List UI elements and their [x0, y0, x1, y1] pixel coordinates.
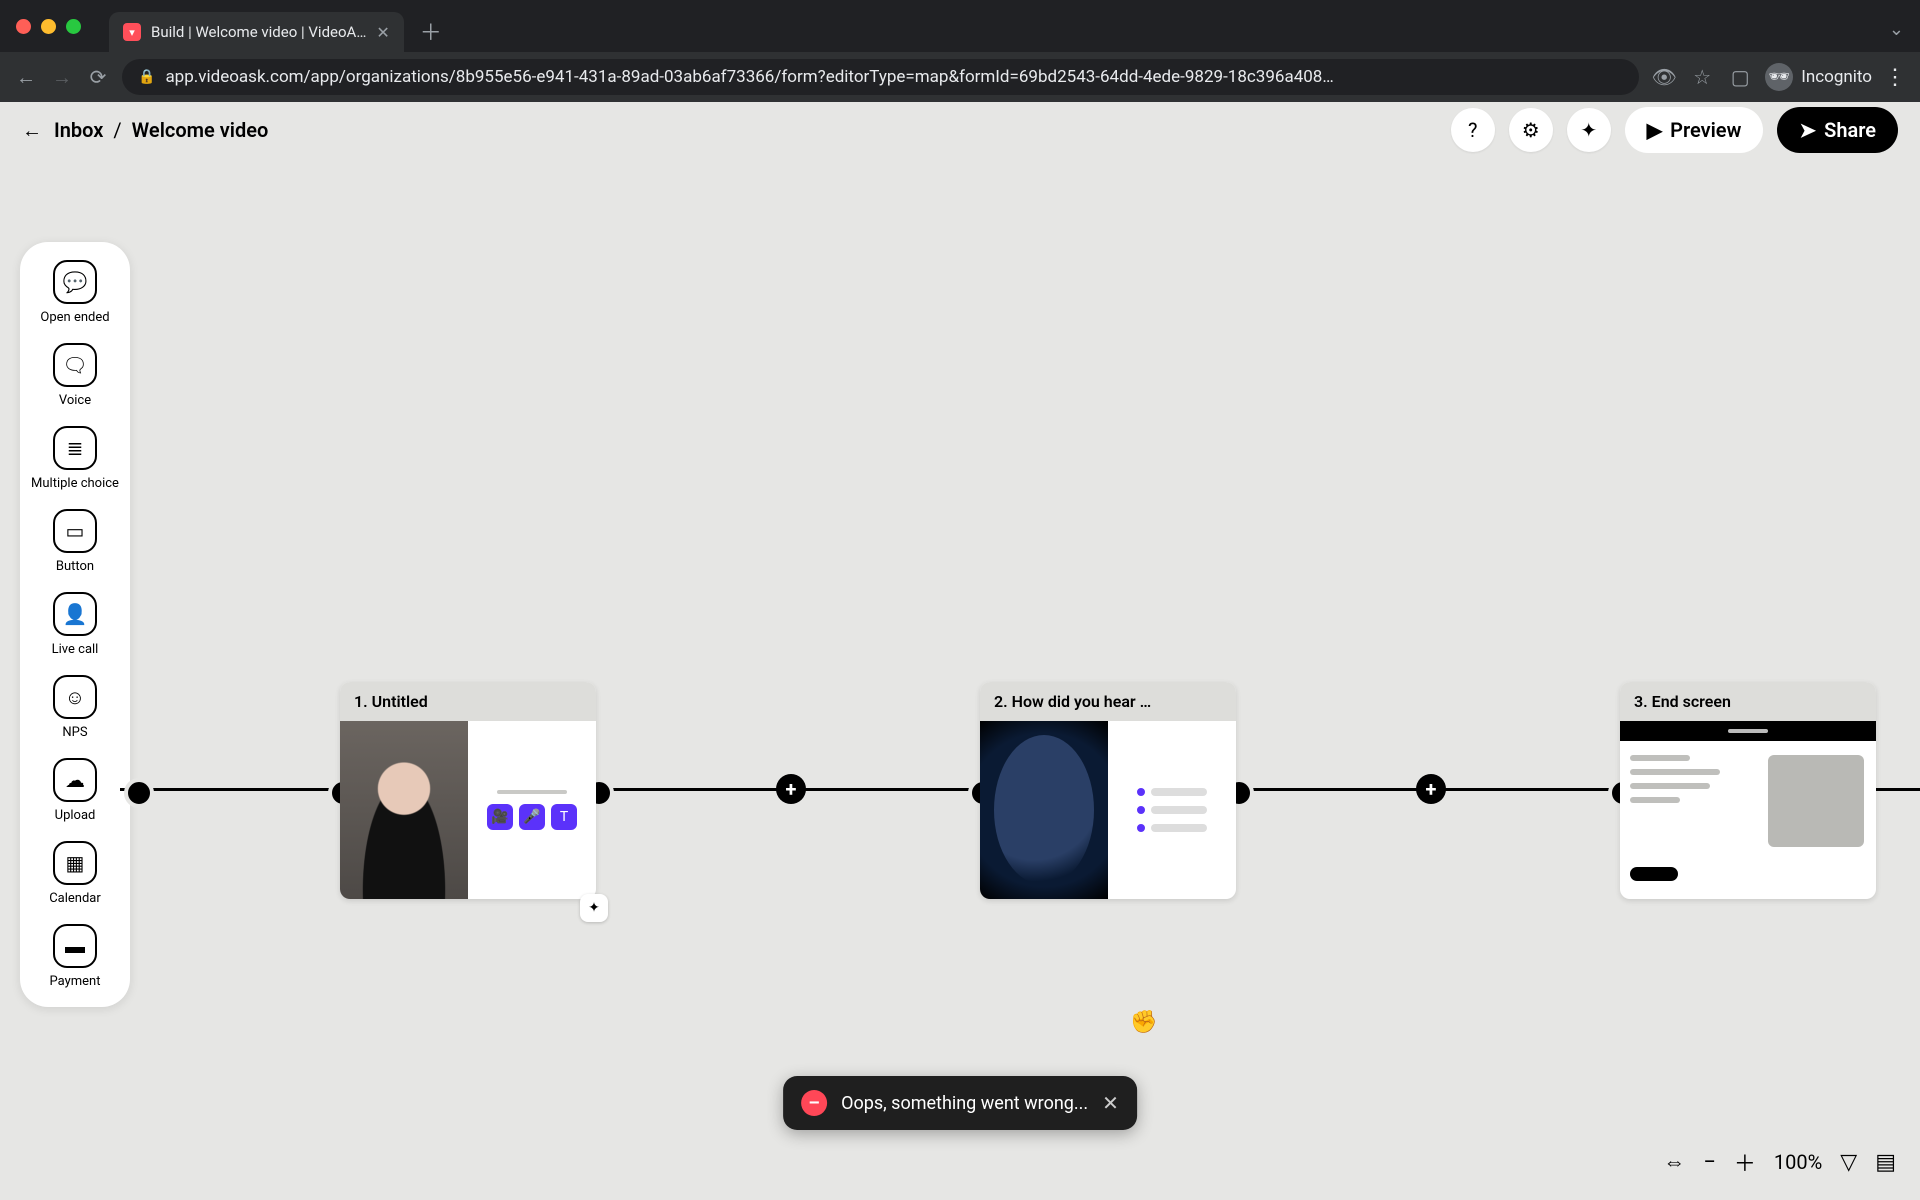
end-screen-bar: [1620, 721, 1876, 741]
canvas-zoom-controls: ⇔ − ＋ 100% ▽ ▤: [1663, 1146, 1896, 1178]
end-screen-media-preview: [1768, 755, 1864, 847]
incognito-label: Incognito: [1801, 67, 1872, 87]
app-root: ← Inbox / Welcome video ? ⚙ ✦ ▶ Preview …: [0, 102, 1920, 1200]
node-thumbnail: [340, 721, 468, 899]
new-tab-button[interactable]: ＋: [420, 15, 442, 47]
flow-node-3-end[interactable]: 3. End screen: [1620, 682, 1876, 899]
star-icon[interactable]: ☆: [1689, 65, 1715, 89]
panel-icon[interactable]: ▢: [1727, 65, 1753, 89]
browser-tab-strip: ▾ Build | Welcome video | VideoA… ✕ ＋ ⌄: [0, 0, 1920, 52]
toast-close-button[interactable]: ✕: [1102, 1091, 1119, 1115]
browser-toolbar: ← → ⟳ 🔒 app.videoask.com/app/organizatio…: [0, 52, 1920, 102]
browser-tab[interactable]: ▾ Build | Welcome video | VideoA… ✕: [109, 12, 404, 52]
choice-placeholder: [1151, 824, 1207, 832]
flow-node-2[interactable]: 2. How did you hear …: [980, 682, 1236, 899]
tab-close-icon[interactable]: ✕: [376, 23, 389, 42]
video-answer-icon: 🎥: [487, 804, 513, 830]
nav-reload-icon[interactable]: ⟳: [86, 65, 110, 89]
cursor-grab-icon: ✊: [1130, 1010, 1157, 1035]
zoom-in-button[interactable]: ＋: [1734, 1146, 1756, 1178]
add-step-button[interactable]: +: [1416, 774, 1446, 804]
node-thumbnail: [980, 721, 1108, 899]
tab-title: Build | Welcome video | VideoA…: [151, 23, 366, 41]
browser-menu-icon[interactable]: ⋮: [1884, 65, 1906, 90]
end-screen-text-preview: [1620, 741, 1756, 861]
tab-overflow-icon[interactable]: ⌄: [1889, 19, 1904, 40]
window-controls: [16, 19, 81, 34]
fit-width-icon[interactable]: ⇔: [1663, 1149, 1685, 1175]
flow-node-1[interactable]: 1. Untitled 🎥 🎤 T: [340, 682, 596, 899]
zoom-value: 100%: [1774, 1150, 1822, 1174]
text-answer-icon: T: [551, 804, 577, 830]
choice-bullet-icon: [1137, 788, 1145, 796]
add-step-button[interactable]: +: [776, 774, 806, 804]
profile-incognito[interactable]: 🕶 Incognito: [1765, 63, 1872, 91]
error-toast: – Oops, something went wrong... ✕: [783, 1076, 1137, 1130]
node-ai-badge[interactable]: ✦: [580, 894, 608, 922]
address-bar[interactable]: 🔒 app.videoask.com/app/organizations/8b9…: [122, 59, 1639, 95]
filter-icon[interactable]: ▽: [1840, 1150, 1857, 1175]
toast-message: Oops, something went wrong...: [841, 1093, 1088, 1114]
window-zoom-icon[interactable]: [66, 19, 81, 34]
choice-bullet-icon: [1137, 824, 1145, 832]
flow-canvas[interactable]: + + 1. Untitled 🎥 🎤 T ✦ 2.: [0, 102, 1920, 1200]
eye-off-icon[interactable]: 👁: [1651, 65, 1677, 89]
window-minimize-icon[interactable]: [41, 19, 56, 34]
end-screen-cta-preview: [1630, 867, 1678, 881]
error-icon: –: [801, 1090, 827, 1116]
incognito-icon: 🕶: [1765, 63, 1793, 91]
window-close-icon[interactable]: [16, 19, 31, 34]
choice-bullet-icon: [1137, 806, 1145, 814]
layout-grid-icon[interactable]: ▤: [1875, 1150, 1896, 1175]
url-text: app.videoask.com/app/organizations/8b955…: [165, 67, 1623, 87]
choice-placeholder: [1151, 806, 1207, 814]
lock-icon: 🔒: [138, 69, 155, 85]
nav-forward-icon[interactable]: →: [50, 65, 74, 90]
node-answer-preview: [1108, 721, 1236, 899]
choice-placeholder: [1151, 788, 1207, 796]
node-title: 1. Untitled: [340, 682, 596, 721]
tab-favicon-icon: ▾: [123, 23, 141, 41]
flow-port[interactable]: [124, 778, 154, 808]
placeholder-line: [497, 790, 567, 794]
node-title: 2. How did you hear …: [980, 682, 1236, 721]
nav-back-icon[interactable]: ←: [14, 65, 38, 90]
node-title: 3. End screen: [1620, 682, 1876, 721]
zoom-out-button[interactable]: −: [1703, 1150, 1716, 1175]
audio-answer-icon: 🎤: [519, 804, 545, 830]
node-answer-preview: 🎥 🎤 T: [468, 721, 596, 899]
